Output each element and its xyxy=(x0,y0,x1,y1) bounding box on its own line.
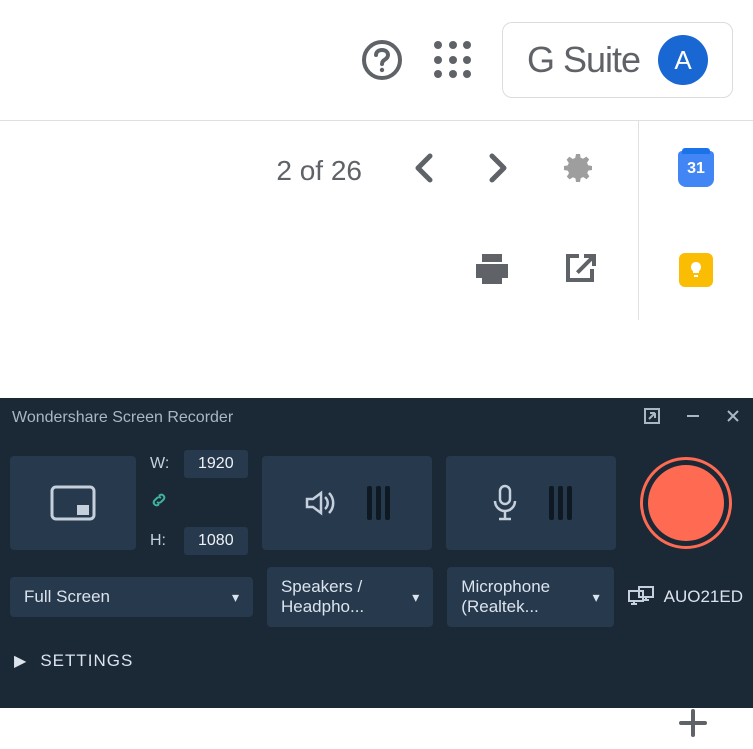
mic-device-value: Microphone (Realtek... xyxy=(461,577,592,617)
right-sidebar: 31 xyxy=(638,121,753,220)
prev-button[interactable] xyxy=(412,152,436,189)
microphone-icon xyxy=(489,483,521,523)
add-button[interactable] xyxy=(673,703,713,743)
width-row: W: 1920 xyxy=(150,450,248,478)
next-button[interactable] xyxy=(486,152,510,189)
toolbar-main: 2 of 26 xyxy=(0,121,638,220)
settings-gear-icon[interactable] xyxy=(560,149,598,192)
chevron-down-icon: ▾ xyxy=(593,589,600,606)
help-icon[interactable] xyxy=(360,38,404,82)
close-icon[interactable] xyxy=(725,408,741,429)
height-row: H: 1080 xyxy=(150,527,248,555)
width-label: W: xyxy=(150,455,176,473)
link-dimensions-icon[interactable] xyxy=(150,491,248,514)
height-label: H: xyxy=(150,532,176,550)
screen-recorder-window: Wondershare Screen Recorder W: 1920 xyxy=(0,398,753,708)
gmail-header: G Suite A xyxy=(0,0,753,120)
speaker-icon xyxy=(303,485,339,521)
dimensions: W: 1920 H: 1080 xyxy=(150,450,248,555)
recorder-controls: W: 1920 H: 1080 xyxy=(0,438,753,567)
recorder-titlebar: Wondershare Screen Recorder xyxy=(0,398,753,438)
gsuite-badge[interactable]: G Suite A xyxy=(502,22,733,98)
screen-mode-value: Full Screen xyxy=(24,587,110,607)
apps-menu-icon[interactable] xyxy=(434,41,472,79)
width-value[interactable]: 1920 xyxy=(184,450,248,478)
chevron-down-icon: ▾ xyxy=(232,589,239,606)
screen-mode-dropdown[interactable]: Full Screen ▾ xyxy=(10,577,253,617)
recorder-title: Wondershare Screen Recorder xyxy=(12,409,233,427)
right-sidebar-2 xyxy=(638,220,753,320)
open-external-icon[interactable] xyxy=(562,250,598,291)
audio-device-value: Speakers / Headpho... xyxy=(281,577,412,617)
settings-toggle[interactable]: ▶ SETTINGS xyxy=(0,627,753,695)
print-icon[interactable] xyxy=(472,248,512,293)
actions-main xyxy=(0,220,638,320)
gmail-actions xyxy=(0,220,753,320)
chevron-down-icon: ▾ xyxy=(412,589,419,606)
expand-arrow-icon: ▶ xyxy=(14,651,26,671)
mic-device-dropdown[interactable]: Microphone (Realtek... ▾ xyxy=(447,567,613,627)
display-device-value: AUO21ED xyxy=(664,587,743,607)
record-button-inner xyxy=(648,465,724,541)
audio-device-dropdown[interactable]: Speakers / Headpho... ▾ xyxy=(267,567,433,627)
height-value[interactable]: 1080 xyxy=(184,527,248,555)
minimize-icon[interactable] xyxy=(685,408,701,429)
avatar[interactable]: A xyxy=(658,35,708,85)
recorder-dropdowns: Full Screen ▾ Speakers / Headpho... ▾ Mi… xyxy=(0,567,753,627)
gmail-toolbar: 2 of 26 31 xyxy=(0,120,753,220)
settings-label: SETTINGS xyxy=(40,651,133,671)
keep-icon[interactable] xyxy=(678,252,714,288)
screen-area-panel[interactable] xyxy=(10,456,136,550)
system-audio-panel[interactable] xyxy=(262,456,432,550)
audio-level-bars xyxy=(367,486,390,520)
record-button[interactable] xyxy=(640,457,732,549)
monitors-icon xyxy=(628,586,654,608)
mic-level-bars xyxy=(549,486,572,520)
microphone-panel[interactable] xyxy=(446,456,616,550)
calendar-icon[interactable]: 31 xyxy=(678,151,714,187)
gsuite-label: G Suite xyxy=(527,39,640,81)
popout-icon[interactable] xyxy=(643,407,661,430)
display-device-selector[interactable]: AUO21ED xyxy=(628,586,743,608)
titlebar-controls xyxy=(643,407,741,430)
pager-text: 2 of 26 xyxy=(276,155,362,187)
